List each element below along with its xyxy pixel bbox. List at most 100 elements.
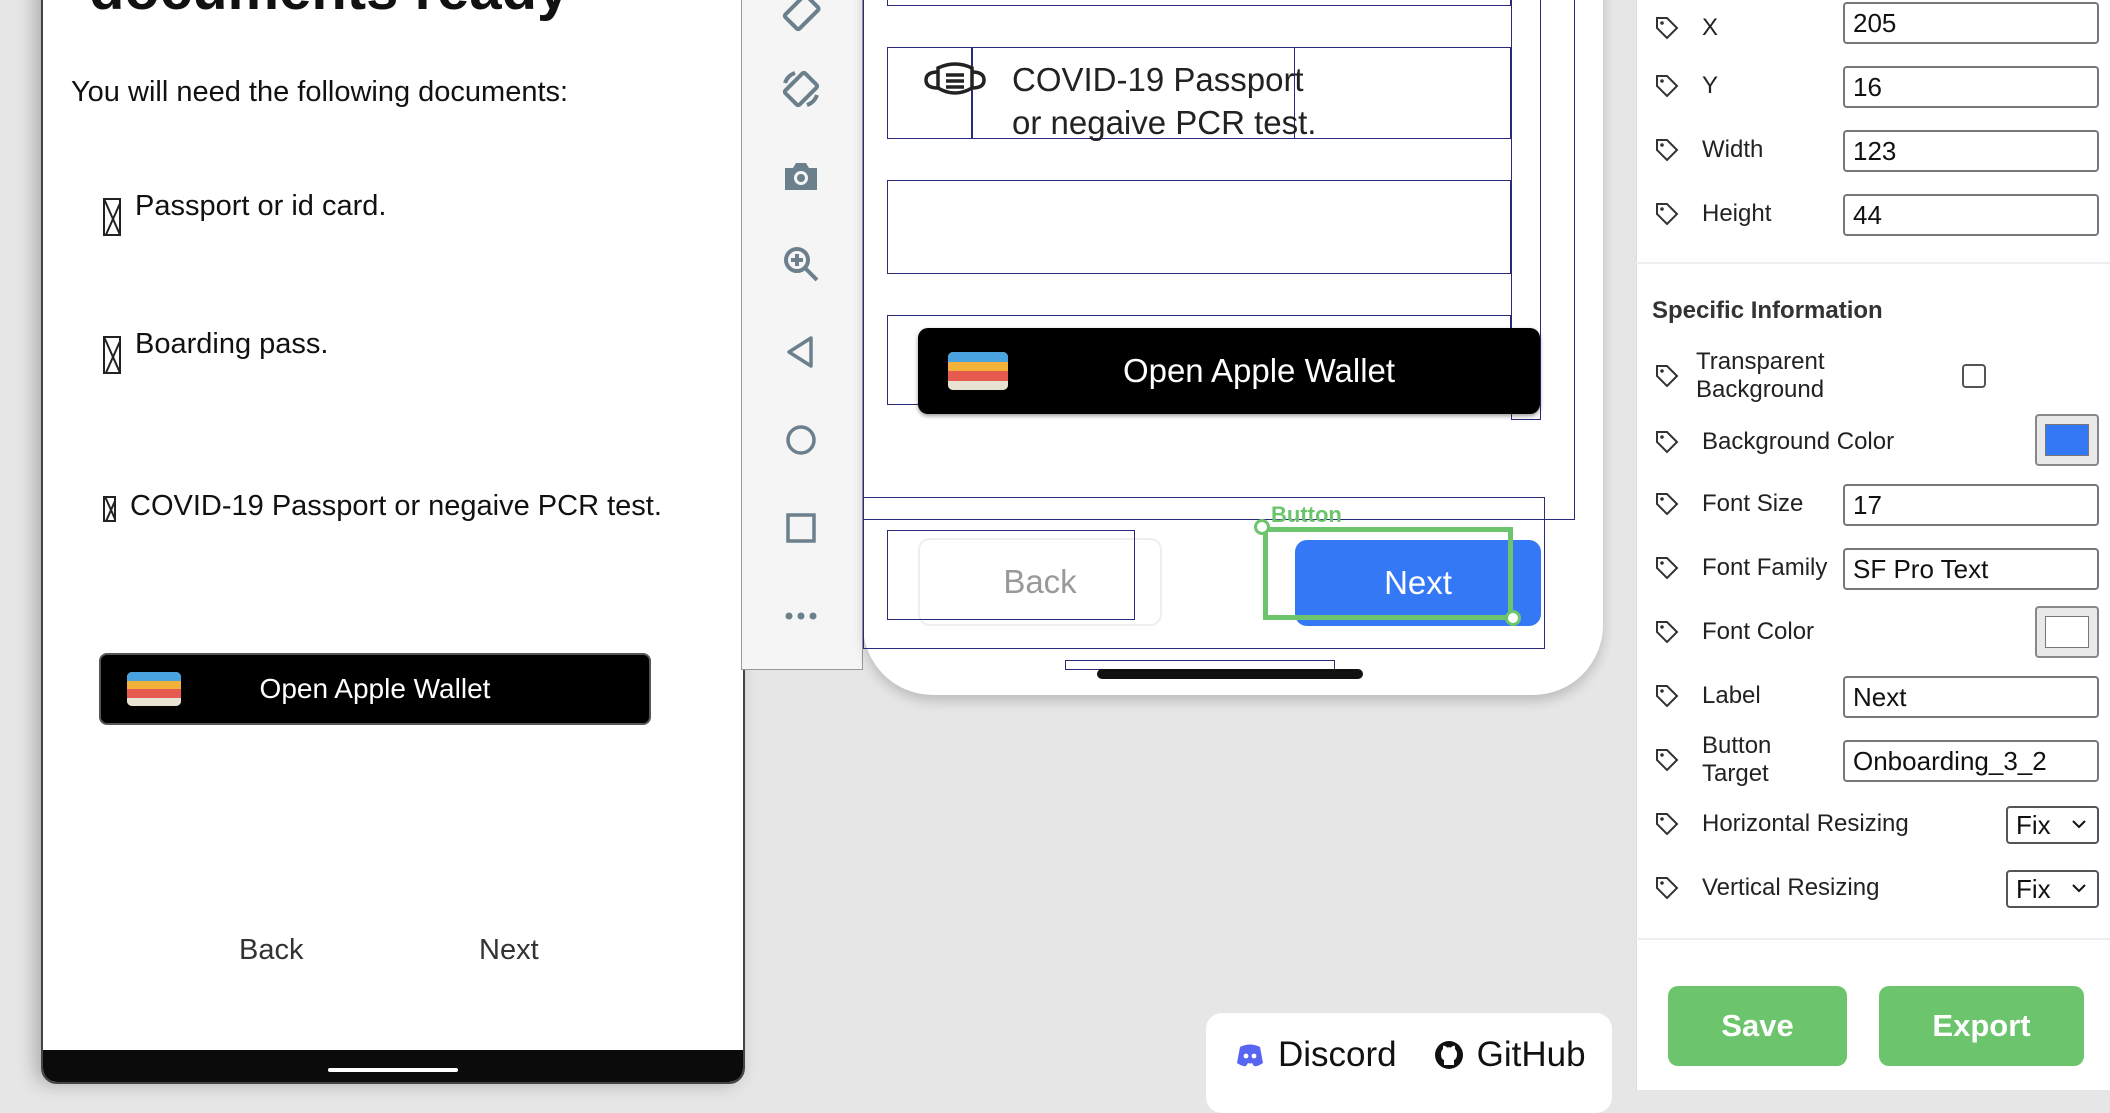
horizontal-resizing-label: Horizontal Resizing: [1702, 810, 1909, 837]
font-size-input[interactable]: [1843, 484, 2099, 526]
prop-row-v-resize: Vertical Resizing: [1654, 868, 1879, 908]
horizontal-resizing-select[interactable]: Fix: [2006, 806, 2099, 844]
tag-icon: [1656, 621, 1679, 644]
mask-icon: [920, 58, 990, 102]
covid-text: COVID-19 Passport or negaive PCR test.: [1012, 58, 1316, 144]
document-label: COVID-19 Passport or negaive PCR test.: [130, 490, 662, 522]
missing-image-icon: [103, 198, 121, 236]
tag-icon: [1656, 877, 1679, 900]
zoom-in-icon[interactable]: [772, 235, 830, 293]
rotate-left-icon[interactable]: [772, 0, 830, 42]
preview-bottom-bar: [43, 1050, 743, 1082]
font-color-label: Font Color: [1702, 618, 1815, 645]
chevron-down-icon: [2072, 884, 2086, 893]
tag-icon: [1656, 749, 1679, 772]
missing-image-icon: [103, 496, 116, 522]
discord-label: Discord: [1278, 1035, 1397, 1074]
x-label: X: [1702, 14, 1719, 41]
discord-icon: [1237, 1044, 1263, 1067]
section-title: Specific Information: [1652, 297, 1883, 324]
back-button-outline: [887, 530, 1135, 620]
prop-row-font-color: Font Color: [1654, 612, 1814, 652]
device-preview: documents ready You will need the follow…: [41, 0, 745, 1084]
home-indicator: [328, 1068, 458, 1072]
label-label: Label: [1702, 682, 1761, 709]
divider: [1636, 938, 2110, 940]
tag-icon: [1656, 557, 1679, 580]
background-color-picker[interactable]: [2035, 414, 2099, 466]
tag-icon: [1656, 203, 1679, 226]
font-family-input[interactable]: [1843, 548, 2099, 590]
transparent-background-label: Transparent Background: [1696, 348, 1825, 404]
preview-title: documents ready: [89, 0, 569, 23]
discord-link[interactable]: Discord: [1234, 1035, 1397, 1075]
export-button[interactable]: Export: [1879, 986, 2084, 1066]
prop-row-h-resize: Horizontal Resizing: [1654, 804, 1909, 844]
footer-links: Discord GitHub: [1206, 1013, 1612, 1113]
tag-icon: [1656, 365, 1679, 388]
canvas-open-apple-wallet-button[interactable]: Open Apple Wallet: [918, 328, 1540, 414]
tag-icon: [1656, 685, 1679, 708]
font-color-picker[interactable]: [2035, 606, 2099, 658]
background-color-swatch: [2045, 424, 2089, 456]
back-triangle-icon[interactable]: [772, 323, 830, 381]
preview-subtitle: You will need the following documents:: [71, 76, 569, 108]
chevron-down-icon: [2072, 820, 2086, 829]
prop-row-transparent: Transparent Background: [1654, 348, 1825, 404]
more-icon[interactable]: [772, 587, 830, 645]
overview-square-icon[interactable]: [772, 499, 830, 557]
vertical-resizing-value: Fix: [2016, 873, 2051, 904]
background-color-label: Background Color: [1702, 428, 1895, 455]
camera-icon[interactable]: [772, 147, 830, 205]
list-item: Passport or id card.: [103, 190, 386, 236]
x-input[interactable]: [1843, 2, 2099, 44]
transparent-label-line-2: Background: [1696, 376, 1825, 403]
wallet-button-label: Open Apple Wallet: [1122, 352, 1396, 389]
open-apple-wallet-button[interactable]: Open Apple Wallet: [99, 653, 651, 725]
button-target-label-line-2: Target: [1702, 760, 1769, 787]
prop-row-width: Width: [1654, 130, 1763, 170]
covid-text-line-1: COVID-19 Passport: [1012, 61, 1304, 98]
prop-row-button-target: Button Target: [1654, 732, 1771, 788]
prop-row-font-family: Font Family: [1654, 548, 1827, 588]
font-size-label: Font Size: [1702, 490, 1804, 517]
horizontal-resizing-value: Fix: [2016, 809, 2051, 840]
width-label: Width: [1702, 136, 1764, 163]
resize-handle-top-left[interactable]: [1254, 519, 1270, 535]
covid-text-line-2: or negaive PCR test.: [1012, 104, 1317, 141]
button-target-label: Button Target: [1702, 732, 1771, 788]
prop-row-label: Label: [1654, 676, 1761, 716]
wallet-button-label: Open Apple Wallet: [259, 673, 491, 704]
font-family-label: Font Family: [1702, 554, 1828, 581]
home-circle-icon[interactable]: [772, 411, 830, 469]
vertical-resizing-select[interactable]: Fix: [2006, 870, 2099, 908]
list-item: COVID-19 Passport or negaive PCR test.: [103, 490, 662, 523]
divider: [1636, 262, 2110, 264]
y-input[interactable]: [1843, 66, 2099, 108]
tag-icon: [1656, 17, 1679, 40]
width-input[interactable]: [1843, 130, 2099, 172]
wallet-icon: [948, 352, 1008, 390]
prop-row-y: Y: [1654, 66, 1718, 106]
list-item: Boarding pass.: [103, 328, 328, 374]
resize-handle-bottom-right[interactable]: [1505, 610, 1521, 626]
height-label: Height: [1702, 200, 1772, 227]
selection-box[interactable]: [1263, 527, 1513, 620]
transparent-background-checkbox[interactable]: [1962, 364, 1986, 388]
document-label: Boarding pass.: [135, 328, 329, 360]
button-target-label-line-1: Button: [1702, 732, 1772, 759]
save-button[interactable]: Save: [1668, 986, 1847, 1066]
empty-row-outline[interactable]: [887, 180, 1511, 274]
document-label: Passport or id card.: [135, 190, 387, 222]
missing-image-icon: [103, 336, 121, 374]
selection-type-label: Button: [1271, 502, 1342, 527]
home-indicator: [1097, 669, 1363, 679]
label-input[interactable]: [1843, 676, 2099, 718]
preview-next-button[interactable]: Next: [479, 934, 539, 967]
preview-back-button[interactable]: Back: [239, 934, 303, 967]
prop-row-height: Height: [1654, 194, 1771, 234]
button-target-input[interactable]: [1843, 740, 2099, 782]
github-link[interactable]: GitHub: [1433, 1035, 1586, 1075]
height-input[interactable]: [1843, 194, 2099, 236]
rotate-right-icon[interactable]: [772, 60, 830, 118]
